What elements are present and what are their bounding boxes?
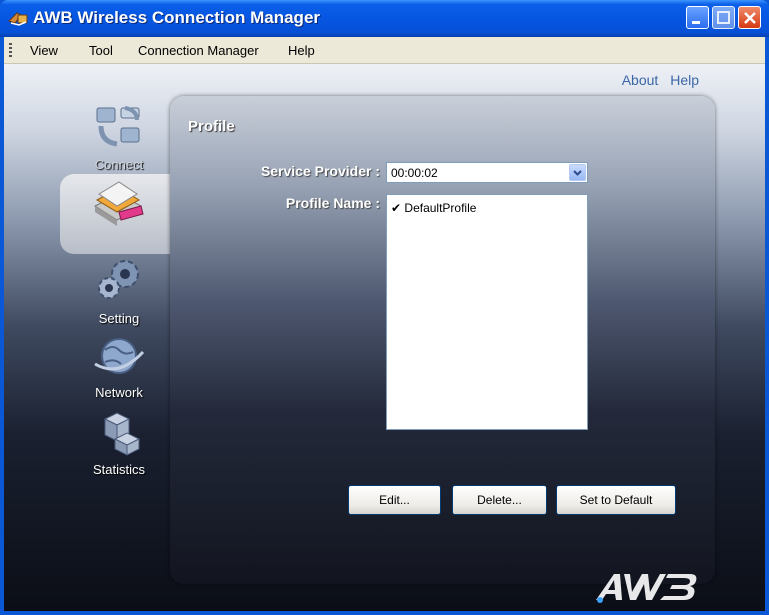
nav-network[interactable]: Network xyxy=(69,334,169,400)
minimize-button[interactable] xyxy=(686,6,709,29)
menu-grip xyxy=(9,43,12,57)
chevron-down-icon[interactable] xyxy=(569,164,586,181)
profile-icon xyxy=(93,181,144,226)
list-item[interactable]: ✔ DefaultProfile xyxy=(391,201,476,215)
profile-name-label: Profile Name : xyxy=(285,195,380,211)
minimize-icon xyxy=(692,21,700,24)
profile-list[interactable]: ✔ DefaultProfile xyxy=(386,194,588,430)
profile-panel: Profile Service Provider : 00:00:02 Prof… xyxy=(170,96,715,584)
edit-button[interactable]: Edit... xyxy=(348,485,441,515)
nav-connect-label: Connect xyxy=(94,157,144,172)
service-provider-label: Service Provider : xyxy=(260,163,380,179)
service-provider-value: 00:00:02 xyxy=(391,166,438,180)
nav-setting-label: Setting xyxy=(98,311,140,326)
app-icon xyxy=(8,12,28,26)
nav-statistics[interactable]: Statistics xyxy=(69,409,169,477)
gear-icon xyxy=(98,260,139,299)
menu-help[interactable]: Help xyxy=(288,43,315,58)
menu-bar: View Tool Connection Manager Help xyxy=(4,37,765,64)
delete-button[interactable]: Delete... xyxy=(452,485,547,515)
close-button[interactable] xyxy=(738,6,761,29)
awb-logo xyxy=(596,574,697,603)
statistics-icon xyxy=(103,412,141,456)
panel-title: Profile xyxy=(188,118,235,135)
maximize-button[interactable] xyxy=(712,6,735,29)
nav-connect[interactable]: Connect xyxy=(69,104,169,172)
main-area: About Help Profile Service Provider : 00… xyxy=(4,64,765,611)
connect-icon xyxy=(96,106,140,147)
nav-statistics-label: Statistics xyxy=(92,462,145,477)
set-default-button[interactable]: Set to Default xyxy=(556,485,676,515)
top-links: About Help xyxy=(614,72,699,88)
help-link[interactable]: Help xyxy=(670,72,699,88)
nav-setting[interactable]: Setting xyxy=(69,254,169,326)
globe-icon xyxy=(94,338,145,374)
title-bar[interactable]: AWB Wireless Connection Manager xyxy=(0,0,769,37)
menu-connection-manager[interactable]: Connection Manager xyxy=(138,43,259,58)
service-provider-select[interactable]: 00:00:02 xyxy=(386,162,588,183)
about-link[interactable]: About xyxy=(622,72,659,88)
nav-network-label: Network xyxy=(95,385,143,400)
close-icon xyxy=(744,12,756,24)
window-title: AWB Wireless Connection Manager xyxy=(33,8,321,27)
profile-item-label: DefaultProfile xyxy=(404,201,477,215)
menu-tool[interactable]: Tool xyxy=(89,43,113,58)
app-window: AWB Wireless Connection Manager View Too… xyxy=(0,0,769,615)
check-icon: ✔ xyxy=(391,201,402,215)
menu-view[interactable]: View xyxy=(30,43,58,58)
maximize-icon xyxy=(717,11,730,24)
nav-profile[interactable] xyxy=(69,176,169,235)
